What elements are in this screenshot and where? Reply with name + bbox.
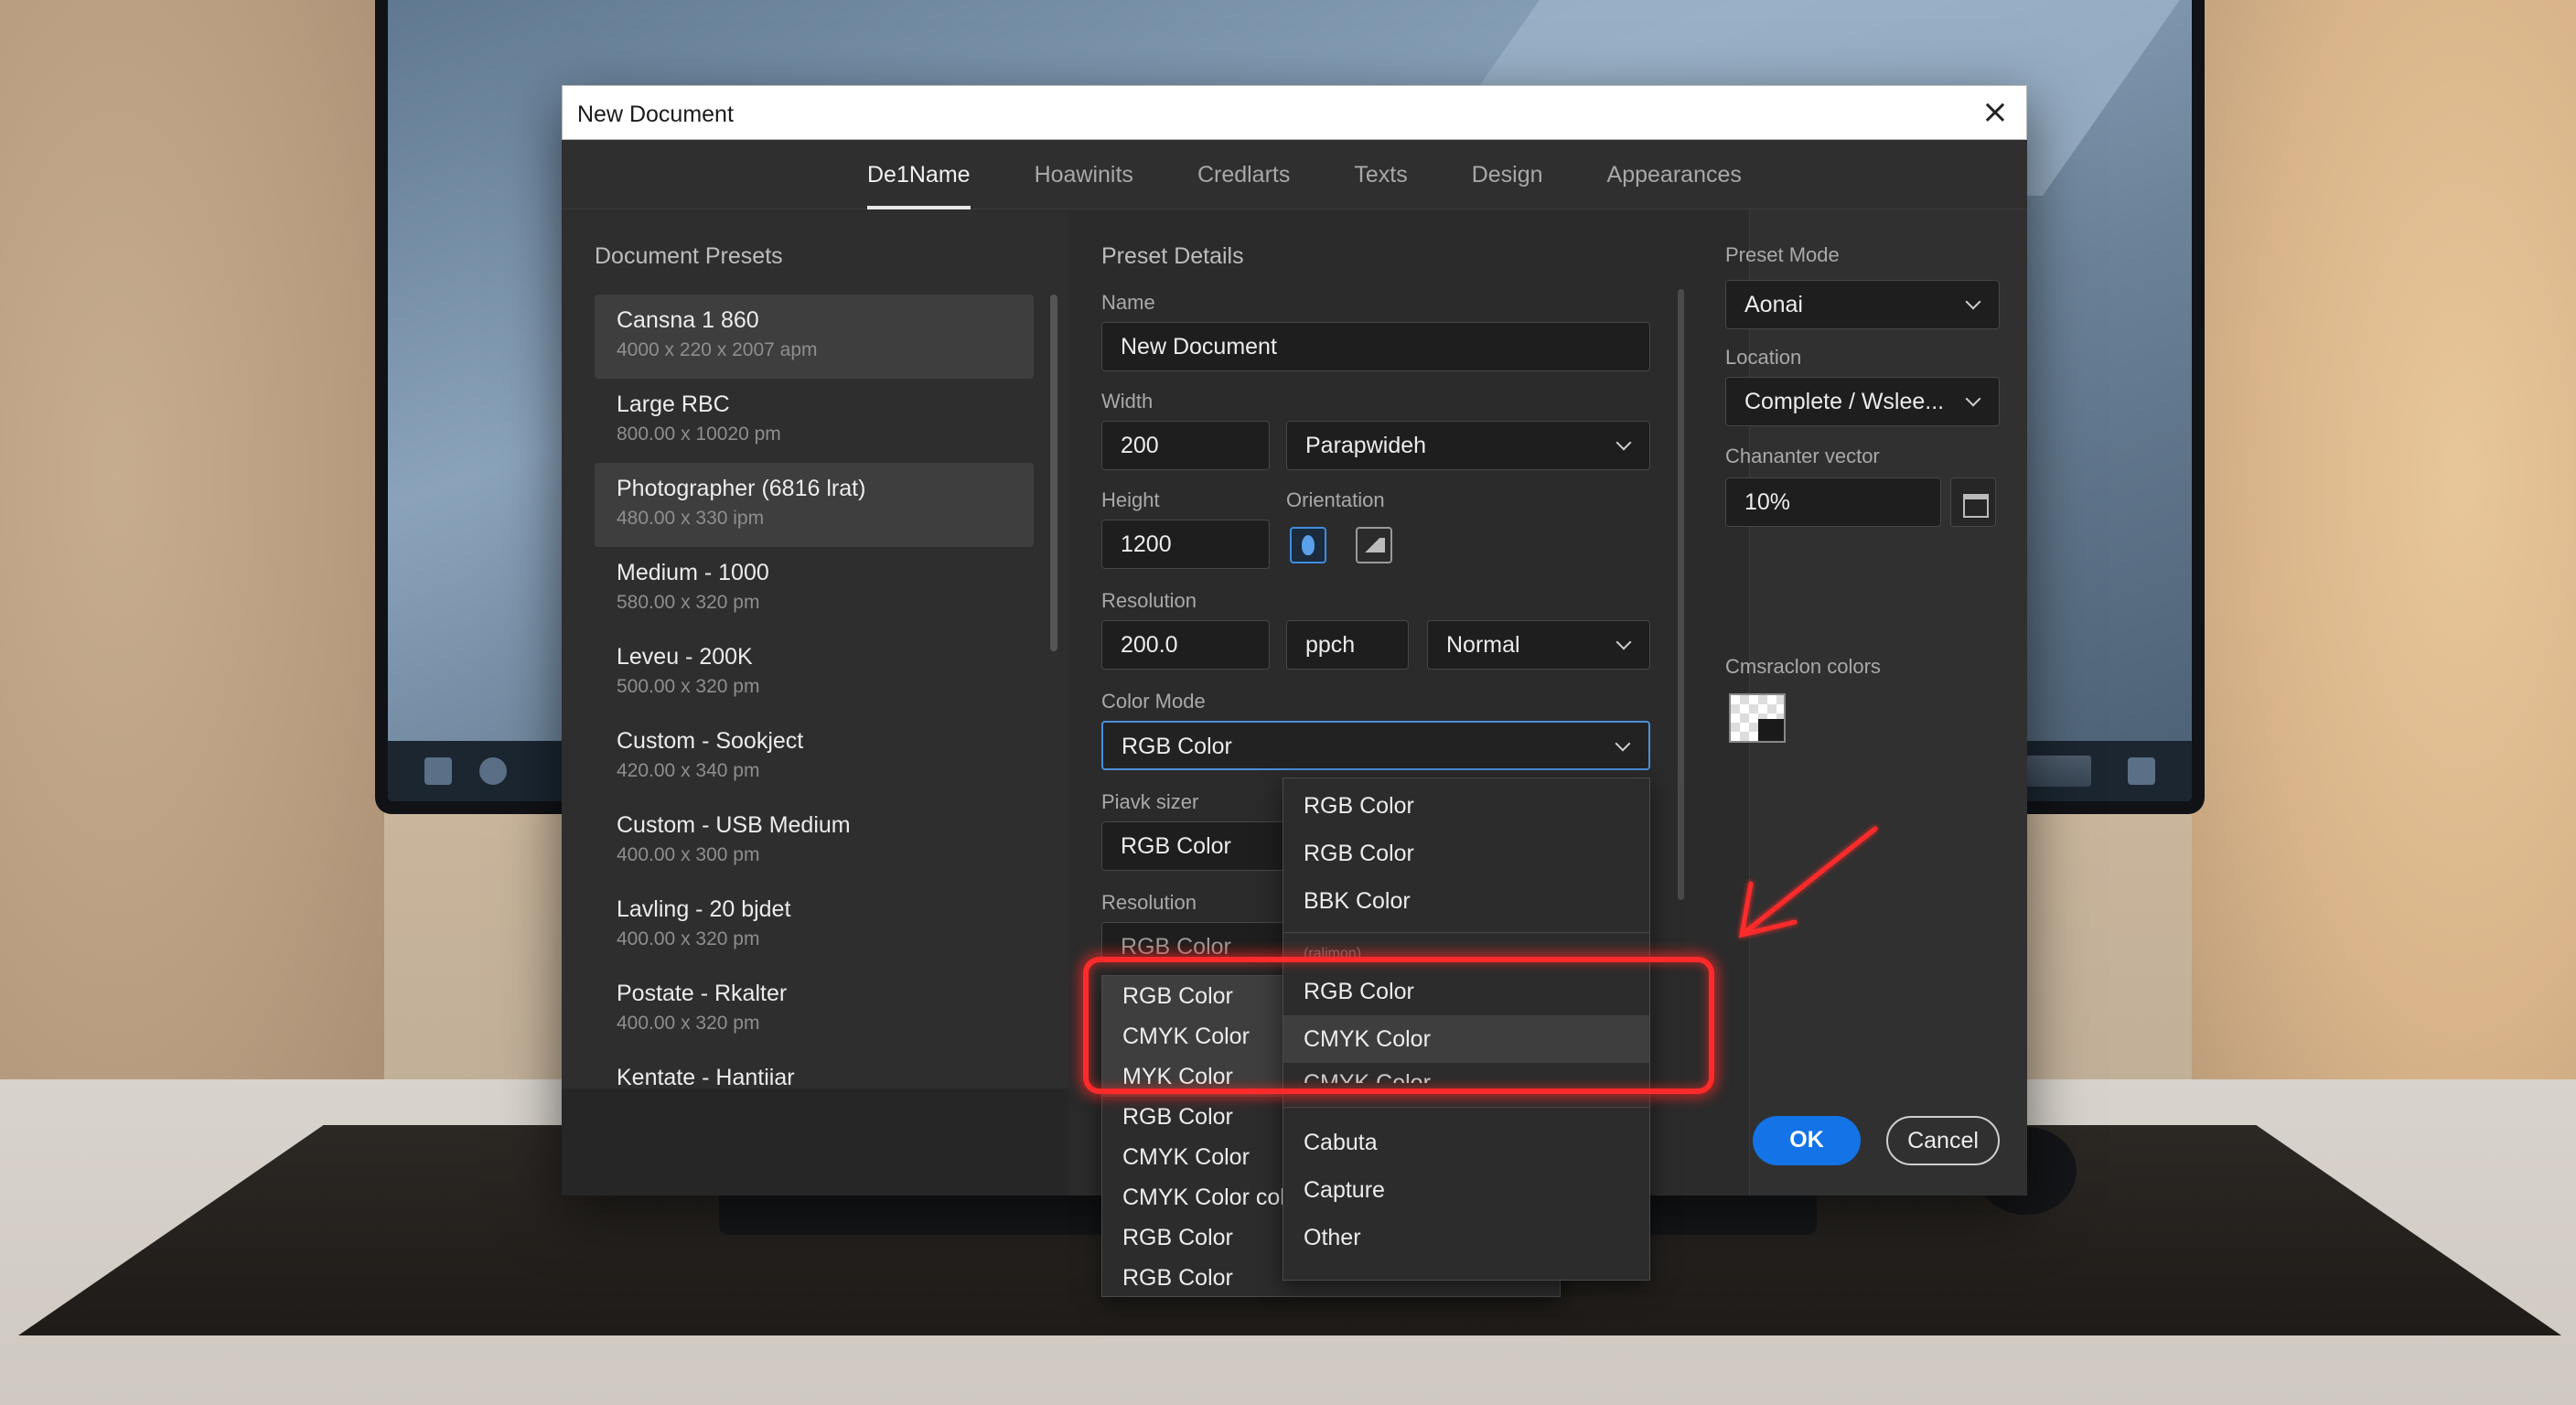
background-wall-right bbox=[2192, 0, 2576, 1189]
preset-item[interactable]: Large RBC 800.00 x 10020 pm bbox=[595, 379, 1034, 463]
color-mode-label: Color Mode bbox=[1101, 690, 1206, 713]
preset-dims: 4000 x 220 x 2007 apm bbox=[617, 339, 818, 360]
menu-item-bbk[interactable]: BBK Color bbox=[1283, 877, 1649, 925]
tab-design[interactable]: Design bbox=[1472, 140, 1543, 209]
preset-item[interactable]: Postate - Rkalter 400.00 x 320 pm bbox=[595, 968, 1034, 1052]
preset-item[interactable]: Lavling - 20 bjdet 400.00 x 320 pm bbox=[595, 884, 1034, 968]
preset-name: Kentate - Hantiiar bbox=[617, 1065, 795, 1089]
preset-name: Medium - 1000 bbox=[617, 560, 769, 585]
tab-appearances[interactable]: Appearances bbox=[1607, 140, 1742, 209]
resolution-unit-input[interactable]: ppch bbox=[1286, 620, 1409, 670]
details-heading: Preset Details bbox=[1101, 243, 1244, 269]
menu-separator bbox=[1283, 1107, 1649, 1108]
tab-texts[interactable]: Texts bbox=[1354, 140, 1407, 209]
presets-heading: Document Presets bbox=[595, 243, 783, 269]
landscape-orientation-icon[interactable] bbox=[1356, 527, 1392, 563]
dialog-title: New Document bbox=[577, 102, 734, 127]
width-label: Width bbox=[1101, 390, 1154, 413]
preset-item[interactable]: Custom - Sookject 420.00 x 340 pm bbox=[595, 715, 1034, 799]
tab-bar: De1Name Hoawinits Credlarts Texts Design… bbox=[562, 140, 2027, 209]
search-icon bbox=[479, 757, 507, 785]
highlight-annotation-box bbox=[1083, 957, 1714, 1094]
presets-footer bbox=[562, 1089, 1068, 1196]
preset-name: Postate - Rkalter bbox=[617, 981, 788, 1006]
preset-mode-label: Preset Mode bbox=[1725, 243, 1840, 266]
preset-dims: 420.00 x 340 pm bbox=[617, 760, 760, 781]
orientation-label: Orientation bbox=[1286, 488, 1385, 511]
height-input[interactable]: 1200 bbox=[1101, 520, 1270, 569]
preset-name: Custom - USB Medium bbox=[617, 812, 851, 838]
tab-hoawinits[interactable]: Hoawinits bbox=[1035, 140, 1133, 209]
menu-item-rgb[interactable]: RGB Color bbox=[1283, 830, 1649, 877]
location-select[interactable]: Complete / Wslee... bbox=[1725, 377, 2000, 426]
location-label: Location bbox=[1725, 346, 1802, 369]
portrait-orientation-icon[interactable] bbox=[1290, 527, 1326, 563]
notification-icon bbox=[2128, 757, 2155, 785]
menu-separator bbox=[1283, 932, 1649, 933]
preset-dims: 580.00 x 320 pm bbox=[617, 592, 760, 613]
color-mode-select[interactable]: RGB Color bbox=[1101, 721, 1650, 770]
preset-item[interactable]: Leveu - 200K 500.00 x 320 pm bbox=[595, 631, 1034, 715]
close-icon[interactable]: × bbox=[1979, 96, 2012, 130]
preset-mode-select[interactable]: Aonai bbox=[1725, 280, 2000, 329]
resolution-input[interactable]: 200.0 bbox=[1101, 620, 1270, 670]
preset-dims: 400.00 x 320 pm bbox=[617, 1013, 760, 1034]
briefcase-icon[interactable] bbox=[1950, 477, 1996, 527]
preset-dims: 400.00 x 320 pm bbox=[617, 928, 760, 949]
pixel-size-label: Piavk sizer bbox=[1101, 790, 1199, 813]
preset-name: Leveu - 200K bbox=[617, 644, 753, 670]
cancel-button[interactable]: Cancel bbox=[1886, 1116, 2000, 1165]
preset-dims: 500.00 x 320 pm bbox=[617, 676, 760, 697]
menu-item-cabuta[interactable]: Cabuta bbox=[1283, 1119, 1649, 1166]
preset-item[interactable]: Photographer (6816 lrat) 480.00 x 330 ip… bbox=[595, 463, 1034, 547]
pixel-size-select[interactable]: RGB Color bbox=[1101, 821, 1303, 871]
preset-item[interactable]: Cansna 1 860 4000 x 220 x 2007 apm bbox=[595, 295, 1034, 379]
background-wall-left bbox=[0, 0, 384, 1189]
dialog-titlebar: New Document × bbox=[562, 85, 2027, 140]
preset-name: Photographer (6816 lrat) bbox=[617, 476, 866, 501]
width-input[interactable]: 200 bbox=[1101, 421, 1270, 470]
preset-item[interactable]: Custom - USB Medium 400.00 x 300 pm bbox=[595, 799, 1034, 884]
resolution-label: Resolution bbox=[1101, 589, 1197, 612]
name-label: Name bbox=[1101, 291, 1155, 314]
details-scrollbar[interactable] bbox=[1678, 289, 1684, 900]
start-icon bbox=[424, 757, 452, 785]
menu-item-other[interactable]: Other bbox=[1283, 1214, 1649, 1261]
vector-input[interactable]: 10% bbox=[1725, 477, 1941, 527]
preset-name: Lavling - 20 bjdet bbox=[617, 896, 791, 922]
menu-item-rgb[interactable]: RGB Color bbox=[1283, 782, 1649, 830]
tab-de1name[interactable]: De1Name bbox=[867, 140, 971, 209]
name-input[interactable]: New Document bbox=[1101, 322, 1650, 371]
height-label: Height bbox=[1101, 488, 1160, 511]
colors-label: Cmsraclon colors bbox=[1725, 655, 1881, 678]
resolution2-select[interactable]: RGB Color bbox=[1101, 922, 1303, 959]
presets-scrollbar[interactable] bbox=[1050, 295, 1057, 651]
preset-list: Cansna 1 860 4000 x 220 x 2007 apm Large… bbox=[595, 295, 1034, 1089]
preset-dims: 800.00 x 10020 pm bbox=[617, 424, 781, 445]
vector-label: Chananter vector bbox=[1725, 445, 1880, 467]
preset-name: Large RBC bbox=[617, 391, 730, 417]
preset-name: Custom - Sookject bbox=[617, 728, 804, 754]
menu-item-capture[interactable]: Capture bbox=[1283, 1166, 1649, 1214]
color-swatch[interactable] bbox=[1729, 693, 1786, 743]
preset-name: Cansna 1 860 bbox=[617, 307, 759, 333]
annotation-arrow-icon bbox=[1738, 826, 1878, 938]
tab-credlarts[interactable]: Credlarts bbox=[1197, 140, 1290, 209]
preset-item[interactable]: Medium - 1000 580.00 x 320 pm bbox=[595, 547, 1034, 631]
resolution2-label: Resolution bbox=[1101, 891, 1197, 914]
preset-dims: 400.00 x 300 pm bbox=[617, 844, 760, 865]
ok-button[interactable]: OK bbox=[1753, 1116, 1861, 1165]
resolution-mode-select[interactable]: Normal bbox=[1427, 620, 1650, 670]
preset-dims: 480.00 x 330 ipm bbox=[617, 508, 765, 529]
width-unit-select[interactable]: Parapwideh bbox=[1286, 421, 1650, 470]
preset-item[interactable]: Kentate - Hantiiar bbox=[595, 1052, 1034, 1089]
